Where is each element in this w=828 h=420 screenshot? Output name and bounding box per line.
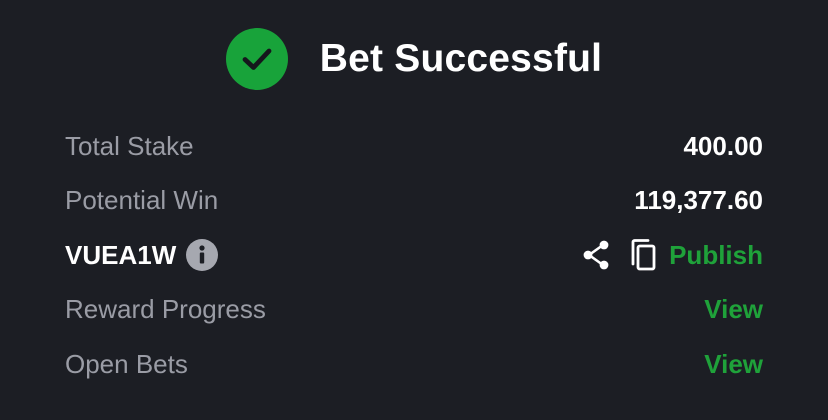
booking-actions: Publish [581,238,763,272]
success-header: Bet Successful [0,24,828,94]
booking-code-text: VUEA1W [65,239,177,270]
booking-code-row: VUEA1W Publish [65,228,763,283]
reward-progress-view-link[interactable]: View [704,294,763,325]
potential-win-row: Potential Win 119,377.60 [65,174,763,229]
total-stake-value: 400.00 [683,130,763,161]
reward-progress-label: Reward Progress [65,294,266,325]
copy-icon[interactable] [629,238,657,272]
potential-win-value: 119,377.60 [634,185,763,216]
total-stake-label: Total Stake [65,130,194,161]
open-bets-label: Open Bets [65,348,188,379]
reward-progress-row: Reward Progress View [65,283,763,338]
share-icon[interactable] [581,239,611,271]
page-title: Bet Successful [319,37,603,80]
publish-link[interactable]: Publish [669,240,763,271]
open-bets-view-link[interactable]: View [704,349,763,380]
potential-win-label: Potential Win [65,185,219,216]
check-circle-icon [225,28,288,90]
total-stake-row: Total Stake 400.00 [65,119,763,174]
booking-code: VUEA1W [65,239,219,272]
open-bets-row: Open Bets View [65,337,763,392]
bet-summary: Total Stake 400.00 Potential Win 119,377… [65,119,763,392]
info-icon[interactable] [186,239,219,272]
